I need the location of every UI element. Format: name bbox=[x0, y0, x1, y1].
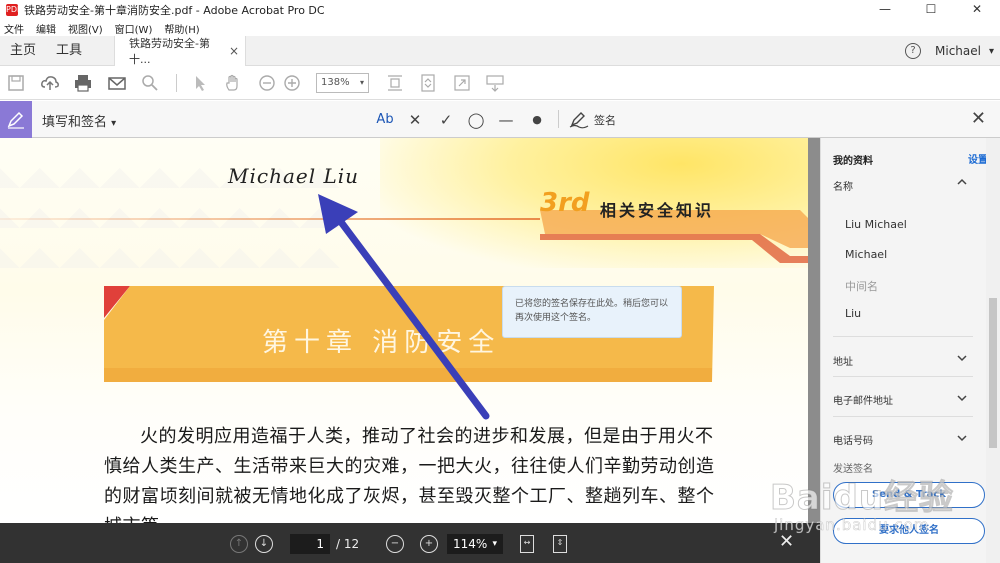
cloud-upload-icon[interactable] bbox=[40, 73, 60, 93]
minimize-button[interactable]: — bbox=[862, 0, 908, 18]
help-icon[interactable]: ? bbox=[905, 43, 921, 59]
chevron-down-icon[interactable] bbox=[957, 434, 967, 442]
zoom-in-icon[interactable] bbox=[282, 73, 302, 93]
annotation-arrow-icon bbox=[318, 194, 490, 420]
main-toolbar: 138% ▾ bbox=[0, 66, 1000, 100]
signature-saved-tooltip: 已将您的签名保存在此处。稍后您可以再次使用这个签名。 bbox=[502, 286, 682, 338]
user-name[interactable]: Michael bbox=[935, 44, 981, 58]
tab-home[interactable]: 主页 bbox=[0, 36, 46, 66]
zoom-level-value: 114% bbox=[453, 537, 488, 551]
toolbar-divider bbox=[176, 74, 177, 92]
zoom-level-select[interactable]: 114% ▾ bbox=[447, 534, 503, 554]
profile-title: 我的资料 bbox=[833, 156, 873, 167]
maximize-button[interactable]: ☐ bbox=[908, 0, 954, 18]
previous-page-icon[interactable]: ↑ bbox=[230, 535, 248, 553]
next-page-icon[interactable]: ↓ bbox=[255, 535, 273, 553]
email-icon[interactable] bbox=[107, 73, 127, 93]
chevron-down-icon: ▾ bbox=[492, 539, 497, 549]
menu-edit[interactable]: 编辑 bbox=[36, 21, 56, 36]
window-controls: — ☐ ✕ bbox=[862, 0, 1000, 18]
baidu-watermark: Baidu经验 jingyan.baidu.com bbox=[769, 470, 990, 550]
divider bbox=[833, 376, 973, 377]
chevron-down-icon: ▾ bbox=[111, 118, 117, 129]
chevron-down-icon[interactable] bbox=[957, 394, 967, 402]
name-option-full[interactable]: Liu Michael bbox=[845, 218, 907, 231]
ellipse-tool[interactable]: ◯ bbox=[464, 110, 488, 130]
name-option-last[interactable]: Liu bbox=[845, 307, 861, 320]
print-icon[interactable] bbox=[73, 73, 93, 93]
zoom-out-icon[interactable] bbox=[257, 73, 277, 93]
text-tool-label: Ab bbox=[376, 112, 394, 127]
fit-page-icon[interactable] bbox=[418, 73, 438, 93]
check-mark-tool[interactable]: ✓ bbox=[435, 110, 457, 130]
fill-sign-toolbar: 填写和签名 ▾ Ab ✕ ✓ ◯ — ● 签名 ✕ bbox=[0, 101, 1000, 138]
pen-sign-icon bbox=[7, 111, 24, 129]
select-pointer-icon[interactable] bbox=[190, 73, 210, 93]
name-section-header[interactable]: 名称 bbox=[833, 178, 853, 193]
sign-button-label[interactable]: 签名 bbox=[594, 112, 616, 128]
hand-tool-icon[interactable] bbox=[223, 73, 243, 93]
menu-help[interactable]: 帮助(H) bbox=[164, 21, 199, 36]
current-page-input[interactable]: 1 bbox=[290, 534, 330, 554]
tab-bar: 主页 工具 铁路劳动安全-第十... × ? Michael ▾ bbox=[0, 35, 1000, 66]
fit-width-icon[interactable]: ↔ bbox=[520, 535, 534, 553]
settings-link[interactable]: 设置 bbox=[968, 151, 988, 166]
menu-file[interactable]: 文件 bbox=[4, 21, 24, 36]
account-area: ? Michael ▾ bbox=[905, 36, 1000, 66]
add-text-tool[interactable]: Ab bbox=[374, 110, 396, 130]
dot-tool[interactable]: ● bbox=[526, 110, 548, 130]
name-option-middle[interactable]: 中间名 bbox=[845, 278, 878, 294]
tab-document[interactable]: 铁路劳动安全-第十... × bbox=[114, 35, 247, 66]
save-icon[interactable] bbox=[6, 73, 26, 93]
zoom-in-icon[interactable]: + bbox=[420, 535, 438, 553]
fill-sign-badge bbox=[0, 101, 32, 138]
close-tab-icon[interactable]: × bbox=[229, 44, 239, 58]
close-fill-sign-icon[interactable]: ✕ bbox=[971, 108, 986, 129]
zoom-level-value: 138% bbox=[321, 77, 350, 88]
cross-mark-tool[interactable]: ✕ bbox=[404, 110, 426, 130]
divider bbox=[833, 416, 973, 417]
page-total: / 12 bbox=[336, 537, 360, 551]
keyboard-icon[interactable] bbox=[485, 73, 505, 93]
chevron-down-icon: ▾ bbox=[359, 78, 364, 87]
full-screen-icon[interactable] bbox=[452, 73, 472, 93]
zoom-out-icon[interactable]: − bbox=[386, 535, 404, 553]
divider bbox=[833, 336, 973, 337]
signbar-divider bbox=[558, 110, 559, 128]
phone-section-header[interactable]: 电话号码 bbox=[833, 432, 873, 447]
fill-sign-mode-dropdown[interactable]: 填写和签名 ▾ bbox=[42, 111, 116, 130]
title-bar: PDF 铁路劳动安全-第十章消防安全.pdf - Adobe Acrobat P… bbox=[0, 0, 1000, 20]
user-menu-caret-icon[interactable]: ▾ bbox=[989, 46, 994, 57]
chevron-down-icon[interactable] bbox=[957, 354, 967, 362]
fill-sign-mode-label: 填写和签名 bbox=[42, 115, 108, 130]
address-section-header[interactable]: 地址 bbox=[833, 353, 853, 368]
page-navigation-bar: ↑ ↓ 1 / 12 − + 114% ▾ ↔ ⇕ ✕ bbox=[0, 523, 820, 563]
scrollbar-thumb[interactable] bbox=[989, 298, 997, 448]
menu-view[interactable]: 视图(V) bbox=[68, 21, 103, 36]
document-viewport[interactable]: 3rd 相关安全知识 Michael Liu 第十章 消防安全 火的发明应用造福… bbox=[0, 138, 820, 523]
window-title: 铁路劳动安全-第十章消防安全.pdf - Adobe Acrobat Pro D… bbox=[24, 4, 325, 17]
sign-pen-icon[interactable] bbox=[569, 111, 589, 129]
close-window-button[interactable]: ✕ bbox=[954, 0, 1000, 18]
search-icon[interactable] bbox=[140, 73, 160, 93]
menu-window[interactable]: 窗口(W) bbox=[115, 21, 153, 36]
fit-page-icon[interactable]: ⇕ bbox=[553, 535, 567, 553]
scroll-mode-icon[interactable] bbox=[385, 73, 405, 93]
acrobat-app-icon: PDF bbox=[6, 4, 22, 16]
email-section-header[interactable]: 电子邮件地址 bbox=[833, 392, 893, 407]
watermark-url: jingyan.baidu.com bbox=[774, 516, 930, 535]
tab-tools[interactable]: 工具 bbox=[46, 36, 92, 66]
line-tool[interactable]: — bbox=[495, 110, 517, 130]
name-option-first[interactable]: Michael bbox=[845, 248, 887, 261]
watermark-logo-text: Baidu经验 bbox=[769, 478, 955, 519]
chevron-up-icon[interactable] bbox=[957, 178, 967, 186]
zoom-level-select[interactable]: 138% ▾ bbox=[316, 73, 369, 93]
document-tab-label: 铁路劳动安全-第十... bbox=[129, 36, 210, 66]
